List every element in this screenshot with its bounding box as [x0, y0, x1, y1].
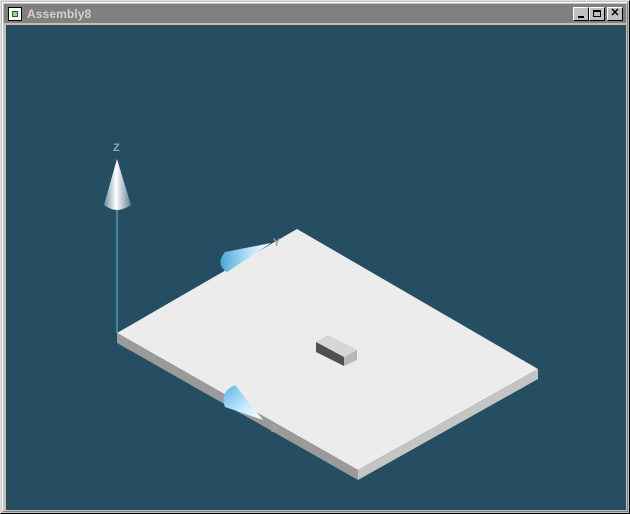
- z-axis-label: Z: [113, 142, 120, 154]
- z-axis-cone-icon: [104, 159, 131, 210]
- close-icon: ✕: [610, 7, 620, 19]
- 3d-viewport[interactable]: Z Y X: [6, 25, 626, 510]
- y-axis-label: Y: [273, 237, 281, 249]
- assembly-window: Assembly8 ✕ Z Y X: [0, 0, 630, 514]
- document-icon[interactable]: [8, 6, 22, 21]
- minimize-icon: [578, 15, 584, 18]
- minimize-button[interactable]: [573, 6, 589, 21]
- maximize-icon: [593, 10, 601, 17]
- scene-canvas[interactable]: Z Y X: [7, 26, 626, 510]
- z-axis: Z: [104, 142, 131, 333]
- maximize-button[interactable]: [589, 6, 605, 21]
- window-title: Assembly8: [27, 6, 92, 21]
- title-bar[interactable]: Assembly8 ✕: [4, 4, 626, 23]
- close-button[interactable]: ✕: [607, 6, 623, 21]
- x-axis-label: X: [271, 423, 279, 435]
